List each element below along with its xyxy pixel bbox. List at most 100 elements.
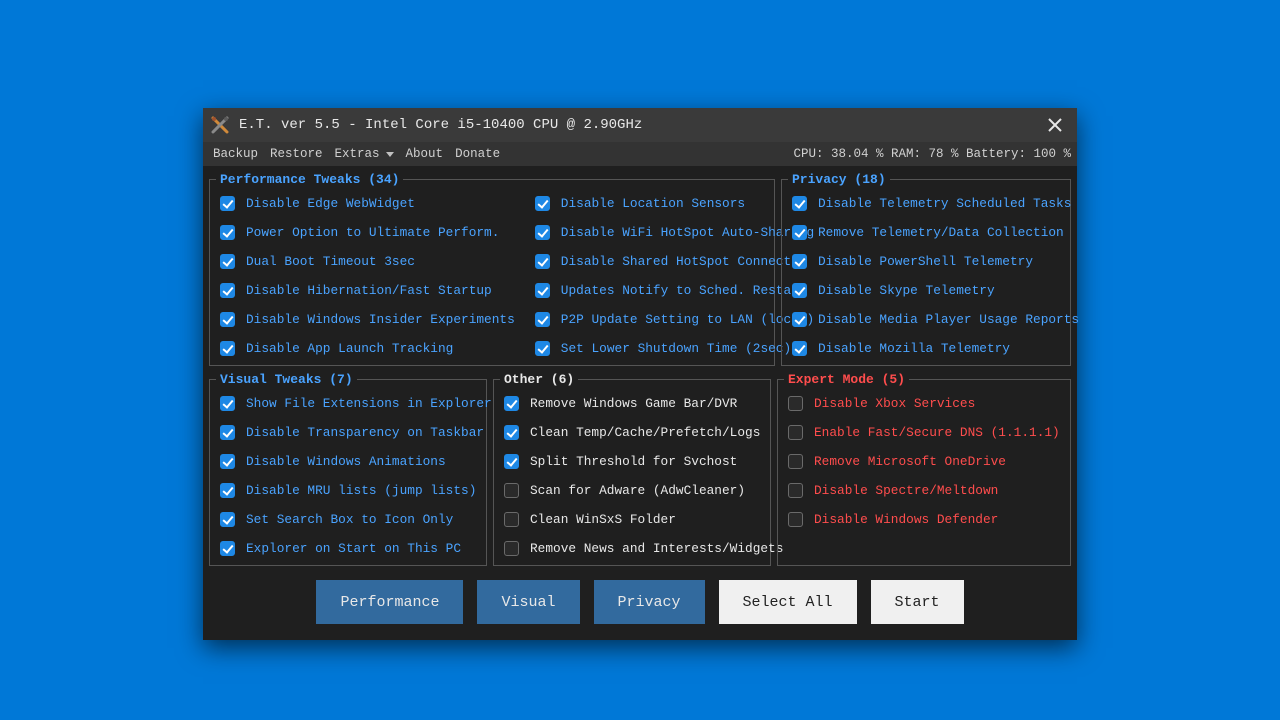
visual-item-0-label: Show File Extensions in Explorer [246,396,492,411]
perf-item-b4-checkbox[interactable] [535,312,550,327]
window-title: E.T. ver 5.5 - Intel Core i5-10400 CPU @… [239,117,642,133]
visual-item-5-label: Explorer on Start on This PC [246,541,461,556]
visual-item-2-checkbox[interactable] [220,454,235,469]
close-button[interactable] [1041,111,1069,139]
chevron-down-icon [386,152,394,157]
perf-item-a5-label: Disable App Launch Tracking [246,341,453,356]
other-item-0[interactable]: Remove Windows Game Bar/DVR [500,393,764,414]
menu-backup[interactable]: Backup [209,145,262,163]
privacy-item-4-checkbox[interactable] [792,312,807,327]
expert-item-4[interactable]: Disable Windows Defender [784,509,1064,530]
other-item-5-checkbox[interactable] [504,541,519,556]
perf-item-b5[interactable]: Set Lower Shutdown Time (2sec) [531,338,814,359]
visual-item-4[interactable]: Set Search Box to Icon Only [216,509,480,530]
expert-item-0[interactable]: Disable Xbox Services [784,393,1064,414]
perf-item-b1-label: Disable WiFi HotSpot Auto-Sharing [561,225,814,240]
perf-item-a0[interactable]: Disable Edge WebWidget [216,193,515,214]
perf-item-a1-checkbox[interactable] [220,225,235,240]
expert-item-2[interactable]: Remove Microsoft OneDrive [784,451,1064,472]
panel-privacy-title: Privacy (18) [788,172,890,187]
menu-about[interactable]: About [402,145,448,163]
other-item-3-label: Scan for Adware (AdwCleaner) [530,483,745,498]
visual-item-5-checkbox[interactable] [220,541,235,556]
visual-item-3-checkbox[interactable] [220,483,235,498]
perf-item-b3[interactable]: Updates Notify to Sched. Restart [531,280,814,301]
expert-item-0-checkbox[interactable] [788,396,803,411]
privacy-item-2-checkbox[interactable] [792,254,807,269]
perf-item-b5-checkbox[interactable] [535,341,550,356]
other-item-3-checkbox[interactable] [504,483,519,498]
perf-item-b2[interactable]: Disable Shared HotSpot Connect [531,251,814,272]
expert-item-1-checkbox[interactable] [788,425,803,440]
expert-item-3-checkbox[interactable] [788,483,803,498]
privacy-item-0[interactable]: Disable Telemetry Scheduled Tasks [788,193,1064,214]
other-item-4-checkbox[interactable] [504,512,519,527]
other-item-5[interactable]: Remove News and Interests/Widgets [500,538,764,559]
perf-item-b1-checkbox[interactable] [535,225,550,240]
perf-item-b4[interactable]: P2P Update Setting to LAN (local) [531,309,814,330]
perf-item-a5-checkbox[interactable] [220,341,235,356]
expert-item-2-checkbox[interactable] [788,454,803,469]
privacy-item-5-label: Disable Mozilla Telemetry [818,341,1010,356]
privacy-item-3-checkbox[interactable] [792,283,807,298]
perf-item-a4[interactable]: Disable Windows Insider Experiments [216,309,515,330]
other-item-1-checkbox[interactable] [504,425,519,440]
other-item-5-label: Remove News and Interests/Widgets [530,541,783,556]
perf-item-a3[interactable]: Disable Hibernation/Fast Startup [216,280,515,301]
expert-item-4-checkbox[interactable] [788,512,803,527]
perf-item-b0-checkbox[interactable] [535,196,550,211]
perf-item-a0-checkbox[interactable] [220,196,235,211]
other-item-4[interactable]: Clean WinSxS Folder [500,509,764,530]
other-item-3[interactable]: Scan for Adware (AdwCleaner) [500,480,764,501]
privacy-item-3[interactable]: Disable Skype Telemetry [788,280,1064,301]
expert-item-3[interactable]: Disable Spectre/Meltdown [784,480,1064,501]
visual-item-1[interactable]: Disable Transparency on Taskbar [216,422,480,443]
perf-item-b3-checkbox[interactable] [535,283,550,298]
privacy-item-4[interactable]: Disable Media Player Usage Reports [788,309,1064,330]
perf-item-a4-checkbox[interactable] [220,312,235,327]
perf-item-a2[interactable]: Dual Boot Timeout 3sec [216,251,515,272]
panel-other: Other (6) Remove Windows Game Bar/DVRCle… [493,372,771,566]
privacy-button[interactable]: Privacy [594,580,705,624]
perf-item-a2-checkbox[interactable] [220,254,235,269]
other-item-2-checkbox[interactable] [504,454,519,469]
perf-item-b3-label: Updates Notify to Sched. Restart [561,283,807,298]
privacy-item-0-checkbox[interactable] [792,196,807,211]
visual-item-0-checkbox[interactable] [220,396,235,411]
menu-restore[interactable]: Restore [266,145,327,163]
status-text: CPU: 38.04 % RAM: 78 % Battery: 100 % [793,147,1071,161]
select-all-button[interactable]: Select All [719,580,857,624]
visual-item-4-label: Set Search Box to Icon Only [246,512,453,527]
content-area: Performance Tweaks (34) Disable Edge Web… [203,166,1077,640]
perf-item-a1[interactable]: Power Option to Ultimate Perform. [216,222,515,243]
expert-item-1[interactable]: Enable Fast/Secure DNS (1.1.1.1) [784,422,1064,443]
other-item-0-checkbox[interactable] [504,396,519,411]
privacy-item-5-checkbox[interactable] [792,341,807,356]
visual-item-4-checkbox[interactable] [220,512,235,527]
perf-item-a3-checkbox[interactable] [220,283,235,298]
perf-item-b2-checkbox[interactable] [535,254,550,269]
privacy-item-1-checkbox[interactable] [792,225,807,240]
panel-visual: Visual Tweaks (7) Show File Extensions i… [209,372,487,566]
perf-item-a1-label: Power Option to Ultimate Perform. [246,225,499,240]
visual-button[interactable]: Visual [477,580,579,624]
visual-item-2[interactable]: Disable Windows Animations [216,451,480,472]
visual-item-3[interactable]: Disable MRU lists (jump lists) [216,480,480,501]
privacy-item-2[interactable]: Disable PowerShell Telemetry [788,251,1064,272]
visual-item-2-label: Disable Windows Animations [246,454,446,469]
perf-item-b1[interactable]: Disable WiFi HotSpot Auto-Sharing [531,222,814,243]
privacy-item-5[interactable]: Disable Mozilla Telemetry [788,338,1064,359]
perf-item-a5[interactable]: Disable App Launch Tracking [216,338,515,359]
menu-donate[interactable]: Donate [451,145,504,163]
visual-item-0[interactable]: Show File Extensions in Explorer [216,393,480,414]
privacy-item-2-label: Disable PowerShell Telemetry [818,254,1033,269]
perf-item-b0[interactable]: Disable Location Sensors [531,193,814,214]
performance-button[interactable]: Performance [316,580,463,624]
visual-item-5[interactable]: Explorer on Start on This PC [216,538,480,559]
other-item-1[interactable]: Clean Temp/Cache/Prefetch/Logs [500,422,764,443]
other-item-2[interactable]: Split Threshold for Svchost [500,451,764,472]
start-button[interactable]: Start [871,580,964,624]
visual-item-1-checkbox[interactable] [220,425,235,440]
menu-extras[interactable]: Extras [331,145,398,163]
privacy-item-1[interactable]: Remove Telemetry/Data Collection [788,222,1064,243]
